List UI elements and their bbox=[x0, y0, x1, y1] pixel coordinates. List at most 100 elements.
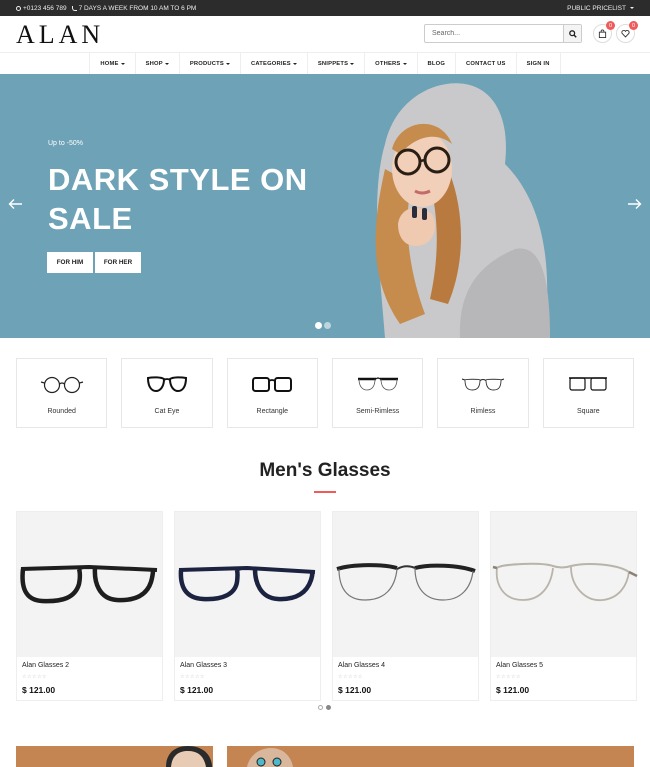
glasses-product-icon bbox=[20, 564, 158, 604]
semi-rimless-glasses-icon bbox=[357, 377, 398, 391]
promo-banner-left[interactable] bbox=[16, 746, 213, 767]
nav-label: OTHERS bbox=[375, 60, 401, 67]
product-pagination bbox=[318, 705, 331, 710]
search-bar bbox=[424, 24, 582, 43]
shape-label: Rounded bbox=[47, 408, 76, 415]
product-name[interactable]: Alan Glasses 3 bbox=[180, 662, 227, 669]
product-card[interactable]: Alan Glasses 4 ☆☆☆☆☆ $ 121.00 bbox=[332, 511, 479, 701]
clock-icon bbox=[16, 5, 21, 11]
cat-eye-glasses-icon bbox=[146, 376, 187, 393]
hero-model-image bbox=[375, 83, 550, 338]
round-glasses-icon bbox=[40, 376, 83, 394]
shape-label: Rectangle bbox=[256, 408, 289, 415]
nav-label: CATEGORIES bbox=[250, 60, 291, 67]
nav-label: CONTACT US bbox=[466, 60, 506, 67]
rectangle-glasses-icon bbox=[252, 377, 293, 392]
opening-hours: 7 DAYS A WEEK FROM 10 AM TO 6 PM bbox=[78, 4, 197, 12]
wishlist-button[interactable]: 0 bbox=[616, 21, 638, 43]
nav-label: SNIPPETS bbox=[317, 60, 349, 67]
nav-item-home[interactable]: HOME bbox=[89, 53, 134, 74]
main-nav: HOME SHOP PRODUCTS CATEGORIES SNIPPETS O… bbox=[0, 52, 650, 74]
nav-item-blog[interactable]: BLOG bbox=[416, 53, 456, 74]
product-price: $ 121.00 bbox=[22, 685, 56, 695]
for-him-button[interactable]: FOR HIM bbox=[47, 252, 93, 273]
product-price: $ 121.00 bbox=[180, 685, 214, 695]
product-image[interactable] bbox=[491, 512, 638, 657]
product-carousel: Alan Glasses 2 ☆☆☆☆☆ $ 121.00 Alan Glass… bbox=[16, 511, 650, 701]
search-button[interactable] bbox=[563, 25, 581, 42]
product-price: $ 121.00 bbox=[496, 685, 530, 695]
promo-banner-right[interactable] bbox=[227, 746, 634, 767]
phone-info: +0123 456 789 bbox=[16, 5, 67, 12]
site-logo[interactable]: ALAN bbox=[16, 20, 104, 50]
nav-label: HOME bbox=[100, 60, 119, 67]
heart-icon bbox=[621, 29, 630, 38]
shape-card-semi-rimless[interactable]: Semi-Rimless bbox=[331, 358, 424, 428]
for-her-button[interactable]: FOR HER bbox=[95, 252, 141, 273]
shape-card-square[interactable]: Square bbox=[542, 358, 634, 428]
chevron-down-icon bbox=[630, 7, 634, 9]
section-divider bbox=[314, 491, 336, 493]
product-name[interactable]: Alan Glasses 4 bbox=[338, 662, 385, 669]
nav-item-shop[interactable]: SHOP bbox=[134, 53, 179, 74]
product-image[interactable] bbox=[333, 512, 478, 657]
chevron-down-icon bbox=[225, 62, 230, 65]
slider-pagination bbox=[315, 322, 331, 329]
search-input[interactable] bbox=[425, 25, 563, 42]
product-name[interactable]: Alan Glasses 2 bbox=[22, 662, 69, 669]
product-rating: ☆☆☆☆☆ bbox=[496, 674, 521, 680]
search-icon bbox=[568, 29, 577, 38]
shape-card-rectangle[interactable]: Rectangle bbox=[226, 358, 318, 428]
hero-title: DARK STYLE ON SALE bbox=[48, 162, 308, 236]
nav-item-others[interactable]: OTHERS bbox=[364, 53, 416, 74]
nav-label: PRODUCTS bbox=[189, 60, 224, 67]
phone-icon bbox=[71, 5, 77, 11]
pricelist-label: PUBLIC PRICELIST bbox=[567, 4, 626, 12]
nav-item-snippets[interactable]: SNIPPETS bbox=[306, 53, 364, 74]
hero-discount-tag: Up to -50% bbox=[48, 140, 84, 147]
nav-label: BLOG bbox=[427, 60, 446, 67]
shape-card-rounded[interactable]: Rounded bbox=[16, 358, 108, 428]
shape-label: Cat Eye bbox=[154, 408, 180, 415]
arrow-right-icon[interactable] bbox=[627, 198, 642, 210]
shape-label: Square bbox=[577, 408, 600, 415]
product-price: $ 121.00 bbox=[338, 685, 372, 695]
section-title: Men's Glasses bbox=[259, 460, 391, 481]
product-name[interactable]: Alan Glasses 5 bbox=[496, 662, 543, 669]
banner-image bbox=[247, 748, 293, 767]
square-glasses-icon bbox=[569, 377, 608, 391]
nav-label: SHOP bbox=[145, 60, 163, 67]
chevron-down-icon bbox=[120, 62, 125, 65]
glasses-product-icon bbox=[492, 562, 638, 601]
shopping-bag-icon bbox=[598, 29, 607, 38]
hero-slider: Up to -50% DARK STYLE ON SALE FOR HIM FO… bbox=[0, 74, 650, 338]
nav-item-categories[interactable]: CATEGORIES bbox=[239, 53, 307, 74]
product-rating: ☆☆☆☆☆ bbox=[22, 674, 47, 680]
pagination-dot[interactable] bbox=[326, 705, 331, 710]
chevron-down-icon bbox=[402, 62, 407, 65]
product-image[interactable] bbox=[175, 512, 320, 657]
nav-label: SIGN IN bbox=[526, 60, 550, 67]
product-rating: ☆☆☆☆☆ bbox=[180, 674, 205, 680]
cart-button[interactable]: 0 bbox=[593, 21, 615, 43]
arrow-left-icon[interactable] bbox=[8, 198, 23, 210]
pricelist-dropdown[interactable]: PUBLIC PRICELIST bbox=[567, 5, 634, 12]
glasses-product-icon bbox=[336, 563, 476, 601]
nav-item-contact-us[interactable]: CONTACT US bbox=[455, 53, 516, 74]
slider-dot[interactable] bbox=[324, 322, 331, 329]
shape-card-rimless[interactable]: Rimless bbox=[437, 358, 529, 428]
rimless-glasses-icon bbox=[461, 378, 505, 391]
top-bar: +0123 456 789 7 DAYS A WEEK FROM 10 AM T… bbox=[0, 0, 650, 16]
product-card[interactable]: Alan Glasses 2 ☆☆☆☆☆ $ 121.00 bbox=[16, 511, 163, 701]
slider-dot[interactable] bbox=[315, 322, 322, 329]
product-image[interactable] bbox=[17, 512, 162, 657]
pagination-dot[interactable] bbox=[318, 705, 323, 710]
product-card[interactable]: Alan Glasses 3 ☆☆☆☆☆ $ 121.00 bbox=[174, 511, 321, 701]
product-rating: ☆☆☆☆☆ bbox=[338, 674, 363, 680]
glasses-product-icon bbox=[178, 565, 316, 602]
shape-card-cat-eye[interactable]: Cat Eye bbox=[121, 358, 213, 428]
product-card[interactable]: Alan Glasses 5 ☆☆☆☆☆ $ 121.00 bbox=[490, 511, 638, 701]
nav-item-sign-in[interactable]: SIGN IN bbox=[515, 53, 561, 74]
nav-item-products[interactable]: PRODUCTS bbox=[178, 53, 240, 74]
banner-image bbox=[166, 746, 212, 767]
